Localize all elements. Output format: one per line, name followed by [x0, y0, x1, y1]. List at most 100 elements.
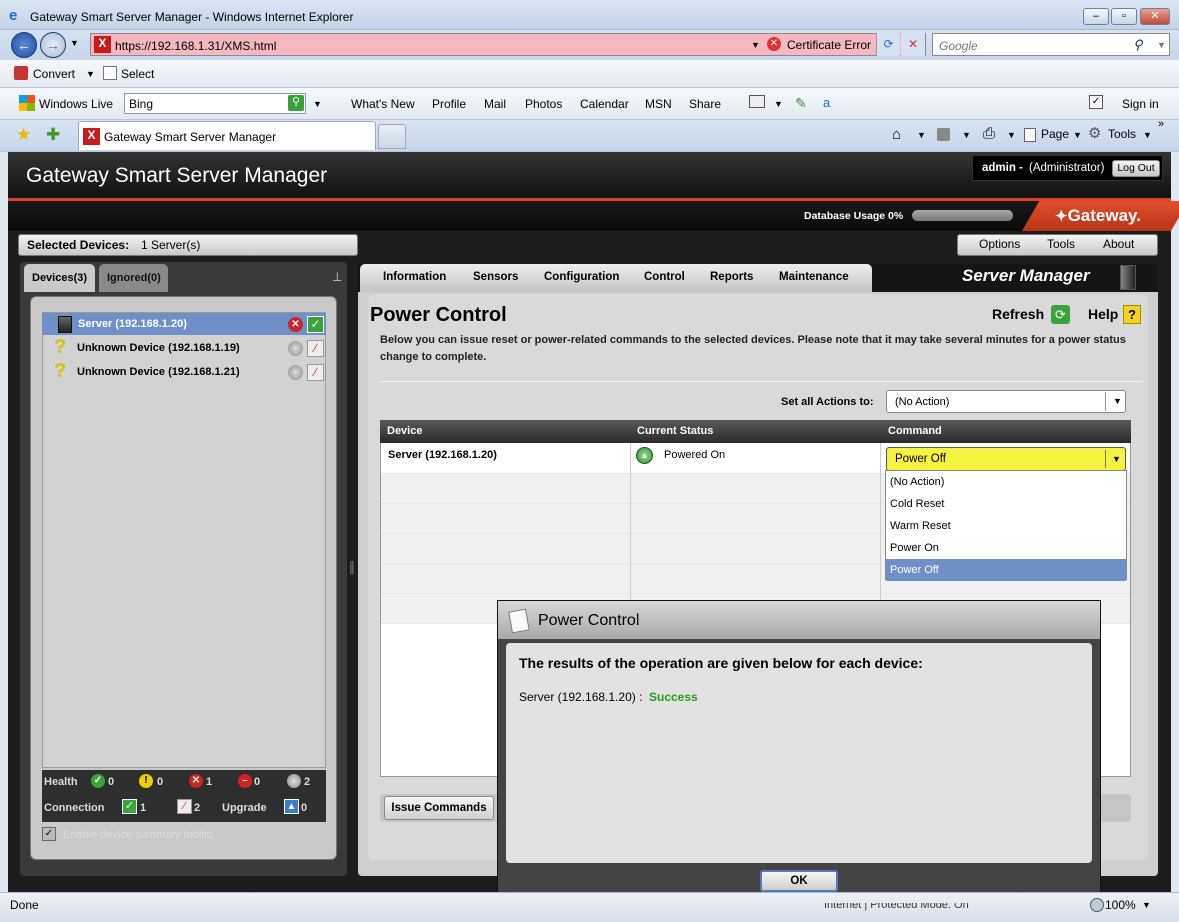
status-legend — [42, 770, 326, 822]
tab-gateway[interactable]: X Gateway Smart Server Manager — [78, 121, 376, 150]
option-power-off[interactable]: Power Off — [886, 559, 1126, 581]
maximize-button[interactable]: ▫ — [1111, 8, 1137, 25]
ok-button[interactable]: OK — [760, 870, 838, 892]
pin-panel-icon[interactable]: ⊥ — [332, 270, 342, 284]
command-select[interactable]: Power Off ▼ — [886, 447, 1126, 471]
address-bar[interactable]: X https://192.168.1.31/XMS.html ▼ ✕ Cert… — [90, 33, 926, 56]
link-profile[interactable]: Profile — [432, 97, 466, 111]
address-dropdown-icon[interactable]: ▼ — [751, 40, 760, 50]
link-share[interactable]: Share — [689, 97, 721, 111]
option-power-on[interactable]: Power On — [886, 537, 1126, 559]
photo-upload-icon[interactable]: ✎ — [795, 95, 807, 112]
options-menu[interactable]: Options — [979, 237, 1020, 251]
url-text[interactable]: https://192.168.1.31/XMS.html — [115, 39, 276, 53]
messenger-icon[interactable] — [749, 95, 765, 108]
about-menu[interactable]: About — [1103, 237, 1134, 251]
home-dropdown-icon[interactable]: ▼ — [917, 130, 926, 140]
option-cold-reset[interactable]: Cold Reset — [886, 493, 1126, 515]
tab-reports[interactable]: Reports — [710, 271, 753, 283]
select-button[interactable]: Select — [121, 67, 154, 81]
link-msn[interactable]: MSN — [645, 97, 672, 111]
health-unknown-icon[interactable] — [287, 774, 301, 788]
column-status[interactable]: Current Status — [637, 425, 713, 437]
add-favorite-icon[interactable]: ✚ — [46, 125, 60, 145]
convert-button[interactable]: Convert — [33, 67, 75, 81]
search-box[interactable]: Google ⚲ ▼ — [932, 33, 1170, 56]
connection-ok-icon[interactable]: ✓ — [122, 799, 137, 814]
list-item-unknown-19[interactable]: ? Unknown Device (192.168.1.19) ⁄ — [42, 336, 326, 359]
print-dropdown-icon[interactable]: ▼ — [1007, 130, 1016, 140]
tab-maintenance[interactable]: Maintenance — [779, 271, 849, 283]
cert-error-icon[interactable]: ✕ — [767, 37, 781, 51]
health-ok-icon[interactable]: ✓ — [91, 774, 105, 788]
translate-icon[interactable]: a — [823, 95, 830, 110]
signin-check-icon[interactable]: ✓ — [1089, 95, 1103, 109]
messenger-dropdown-icon[interactable]: ▼ — [774, 99, 783, 109]
stop-icon[interactable]: ✕ — [901, 33, 925, 56]
bing-search-value[interactable]: Bing — [129, 97, 153, 111]
set-all-select[interactable]: (No Action) ▼ — [886, 390, 1126, 413]
home-icon[interactable]: ⌂ — [892, 126, 901, 143]
search-icon[interactable]: ⚲ — [1133, 37, 1143, 53]
back-button[interactable]: ← — [11, 32, 37, 58]
tab-control[interactable]: Control — [644, 271, 685, 283]
history-dropdown-icon[interactable]: ▼ — [70, 38, 79, 48]
link-calendar[interactable]: Calendar — [580, 97, 629, 111]
minimize-button[interactable]: – — [1083, 8, 1109, 25]
tab-devices[interactable]: Devices(3) — [24, 264, 95, 292]
page-dropdown-icon[interactable]: ▼ — [1073, 130, 1082, 140]
close-window-button[interactable]: ✕ — [1140, 8, 1170, 25]
bing-go-icon[interactable]: ⚲ — [288, 95, 304, 111]
connection-broken-icon[interactable]: ⁄ — [177, 799, 192, 814]
toolbar-overflow-icon[interactable]: » — [1158, 118, 1164, 130]
tab-sensors[interactable]: Sensors — [473, 271, 518, 283]
column-device[interactable]: Device — [387, 425, 422, 437]
tools-dropdown-icon[interactable]: ▼ — [1143, 130, 1152, 140]
certificate-error-label[interactable]: Certificate Error — [787, 38, 871, 52]
list-item-unknown-21[interactable]: ? Unknown Device (192.168.1.21) ⁄ — [42, 360, 326, 383]
health-warning-icon[interactable]: ! — [139, 774, 153, 788]
link-mail[interactable]: Mail — [484, 97, 506, 111]
logout-button[interactable]: Log Out — [1112, 160, 1160, 177]
column-command[interactable]: Command — [888, 425, 942, 437]
feeds-icon[interactable] — [937, 128, 950, 141]
bing-search-field[interactable]: Bing ⚲ — [124, 93, 306, 114]
tools-menu[interactable]: Tools — [1108, 127, 1136, 141]
issue-commands-button[interactable]: Issue Commands — [384, 796, 494, 820]
convert-dropdown-icon[interactable]: ▼ — [86, 69, 95, 79]
refresh-link[interactable]: Refresh — [992, 306, 1044, 322]
dialog-title: Power Control — [538, 612, 640, 629]
favorites-star-icon[interactable]: ★ — [16, 125, 31, 145]
option-warm-reset[interactable]: Warm Reset — [886, 515, 1126, 537]
upgrade-icon[interactable]: ▲ — [284, 799, 299, 814]
feeds-dropdown-icon[interactable]: ▼ — [962, 130, 971, 140]
tab-configuration[interactable]: Configuration — [544, 271, 619, 283]
print-icon[interactable]: ⎙ — [983, 125, 995, 142]
page-menu[interactable]: Page — [1041, 127, 1069, 141]
health-critical-icon[interactable]: – — [238, 774, 252, 788]
search-options-icon[interactable]: ▼ — [1157, 40, 1166, 50]
list-item-server[interactable]: Server (192.168.1.20) ✕ ✓ — [42, 313, 326, 335]
option-no-action[interactable]: (No Action) — [886, 471, 1126, 493]
windows-live-link[interactable]: Windows Live — [39, 97, 113, 111]
tooltip-checkbox[interactable]: ✓ — [42, 827, 56, 841]
help-link[interactable]: Help — [1088, 306, 1118, 322]
zoom-level[interactable]: 100% — [1105, 898, 1136, 912]
link-whats-new[interactable]: What's New — [351, 97, 415, 111]
refresh-page-icon[interactable]: ⟳ — [876, 33, 900, 56]
health-error-icon[interactable]: ✕ — [189, 774, 203, 788]
forward-button[interactable]: → — [40, 32, 66, 58]
search-input[interactable]: Google — [939, 39, 978, 53]
refresh-icon[interactable]: ⟳ — [1051, 305, 1070, 324]
tools-app-menu[interactable]: Tools — [1047, 237, 1075, 251]
dialog-titlebar[interactable]: Power Control — [498, 601, 1100, 639]
help-icon[interactable]: ? — [1123, 305, 1141, 324]
zoom-dropdown-icon[interactable]: ▼ — [1142, 900, 1151, 910]
sign-in-link[interactable]: Sign in — [1122, 97, 1159, 111]
tab-ignored[interactable]: Ignored(0) — [99, 264, 168, 292]
new-tab-button[interactable] — [378, 124, 406, 149]
splitter-handle[interactable]: ║ — [348, 562, 356, 574]
bing-dropdown-icon[interactable]: ▼ — [313, 99, 322, 109]
tab-information[interactable]: Information — [383, 271, 446, 283]
link-photos[interactable]: Photos — [525, 97, 562, 111]
